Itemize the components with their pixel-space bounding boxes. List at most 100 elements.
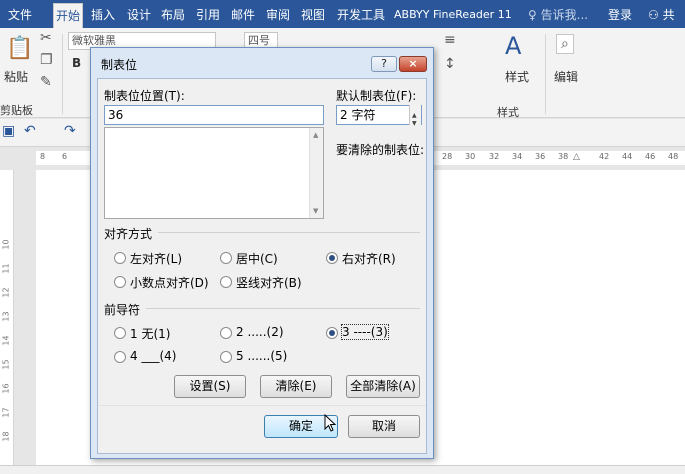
find-icon[interactable]: ⌕	[556, 34, 574, 54]
tabs-dialog: 制表位 ? × 制表位位置(T): 36 ▲ ▼ 默认制表位(F): 2 字符 …	[90, 47, 434, 459]
default-tab-spinner[interactable]: ▲ ▼	[409, 105, 421, 127]
clear-button[interactable]: 清除(E)	[260, 375, 332, 398]
tab-stop-marker-icon[interactable]: △	[573, 152, 580, 162]
line-spacing-icon[interactable]: ↕	[444, 56, 456, 72]
ruler-number: 34	[512, 152, 523, 161]
vruler-number: 13	[1, 311, 11, 322]
vruler-number: 14	[1, 335, 11, 346]
dialog-body: 制表位位置(T): 36 ▲ ▼ 默认制表位(F): 2 字符 ▲ ▼ 要清除的…	[97, 78, 427, 454]
radio-leader-middots-label[interactable]: 5 ......(5)	[236, 349, 287, 363]
close-button[interactable]: ×	[399, 56, 427, 72]
cut-icon[interactable]: ✂	[40, 30, 52, 46]
radio-right-align-label[interactable]: 右对齐(R)	[342, 250, 396, 267]
redo-icon[interactable]: ↷	[64, 123, 76, 139]
person-icon: ⚇	[648, 8, 659, 22]
divider	[146, 308, 420, 309]
vruler-number: 18	[1, 431, 11, 442]
default-tab-label: 默认制表位(F):	[336, 89, 417, 103]
radio-leader-underline-label[interactable]: 4 ___(4)	[130, 349, 176, 363]
scroll-down-icon[interactable]: ▼	[313, 207, 318, 215]
list-scrollbar[interactable]: ▲ ▼	[309, 128, 323, 218]
tab-abbyy[interactable]: ABBYY FineReader 11	[394, 5, 512, 25]
radio-leader-dashes[interactable]	[326, 327, 338, 339]
bold-button[interactable]: B	[72, 56, 81, 70]
clear-tabs-label: 要清除的制表位:	[336, 143, 425, 157]
vruler-number: 16	[1, 383, 11, 394]
radio-leader-middots[interactable]	[220, 351, 232, 363]
styles-group-label: 样式	[497, 106, 519, 119]
status-bar	[0, 465, 685, 474]
tab-developer[interactable]: 开发工具	[337, 5, 385, 25]
tab-mailings[interactable]: 邮件	[231, 5, 255, 25]
vruler-number: 10	[1, 239, 11, 250]
ruler-number: 44	[622, 152, 633, 161]
ruler-number: 30	[465, 152, 476, 161]
radio-left-align-label[interactable]: 左对齐(L)	[130, 250, 182, 267]
scroll-up-icon[interactable]: ▲	[313, 131, 318, 139]
tab-home[interactable]: 开始	[53, 3, 84, 28]
ruler-number: 32	[489, 152, 500, 161]
radio-right-align[interactable]	[326, 252, 338, 264]
tab-references[interactable]: 引用	[196, 5, 220, 25]
clear-all-button[interactable]: 全部清除(A)	[346, 375, 420, 398]
tab-position-list[interactable]: ▲ ▼	[104, 127, 324, 219]
set-button[interactable]: 设置(S)	[174, 375, 246, 398]
ruler-number: 42	[599, 152, 610, 161]
radio-decimal-align-label[interactable]: 小数点对齐(D)	[130, 274, 209, 291]
radio-left-align[interactable]	[114, 252, 126, 264]
radio-leader-dots-label[interactable]: 2 .....(2)	[236, 325, 284, 339]
divider	[158, 232, 420, 233]
lightbulb-icon: ♀	[528, 8, 537, 22]
ruler-number: 46	[645, 152, 656, 161]
radio-leader-none[interactable]	[114, 327, 126, 339]
ruler-number: 38	[558, 152, 569, 161]
tab-review[interactable]: 审阅	[266, 5, 290, 25]
clipboard-group-label: 剪贴板	[0, 104, 33, 117]
default-tab-input[interactable]: 2 字符 ▲ ▼	[336, 105, 422, 127]
tell-me-box[interactable]: ♀ 告诉我...	[528, 5, 588, 25]
tab-position-label: 制表位位置(T):	[104, 89, 185, 103]
paste-icon[interactable]: 📋	[6, 36, 33, 61]
radio-bar-align-label[interactable]: 竖线对齐(B)	[236, 274, 302, 291]
vruler-number: 17	[1, 407, 11, 418]
copy-icon[interactable]: ❐	[40, 52, 53, 68]
ruler-number: 48	[668, 152, 679, 161]
radio-leader-none-label[interactable]: 1 无(1)	[130, 325, 170, 342]
cancel-button[interactable]: 取消	[348, 415, 420, 438]
radio-leader-dashes-label[interactable]: 3 ----(3)	[341, 324, 389, 340]
dialog-titlebar[interactable]: 制表位 ? ×	[91, 48, 433, 78]
radio-center-align[interactable]	[220, 252, 232, 264]
radio-bar-align[interactable]	[220, 276, 232, 288]
spin-down-icon[interactable]: ▼	[412, 115, 417, 133]
styles-label: 样式	[505, 70, 530, 84]
radio-decimal-align[interactable]	[114, 276, 126, 288]
paste-label: 粘贴	[4, 70, 29, 84]
ribbon-tab-bar: 文件 开始 插入 设计 布局 引用 邮件 审阅 视图 开发工具 ABBYY Fi…	[0, 0, 685, 42]
tell-me-text: 告诉我...	[540, 8, 589, 22]
tab-layout[interactable]: 布局	[161, 5, 185, 25]
ruler-number: 28	[442, 152, 453, 161]
styles-icon[interactable]: A	[505, 32, 521, 60]
tab-design[interactable]: 设计	[127, 5, 151, 25]
default-tab-value: 2 字符	[340, 108, 376, 122]
undo-icon[interactable]: ↶	[24, 123, 36, 139]
save-icon[interactable]: ▣	[2, 123, 15, 139]
ruler-number: 6	[62, 152, 68, 161]
leader-label: 前导符	[104, 303, 141, 317]
tab-view[interactable]: 视图	[301, 5, 325, 25]
bullets-icon[interactable]: ≡	[444, 32, 456, 48]
ruler-number: 36	[535, 152, 546, 161]
vruler-number: 11	[1, 263, 11, 274]
radio-leader-underline[interactable]	[114, 351, 126, 363]
tab-position-input[interactable]: 36	[104, 105, 324, 125]
alignment-label: 对齐方式	[104, 227, 153, 241]
vruler-number: 15	[1, 359, 11, 370]
help-button[interactable]: ?	[371, 56, 397, 72]
radio-center-align-label[interactable]: 居中(C)	[236, 250, 278, 267]
format-painter-icon[interactable]: ✎	[40, 74, 52, 90]
edit-label: 编辑	[554, 70, 579, 84]
tab-file[interactable]: 文件	[8, 5, 32, 25]
radio-leader-dots[interactable]	[220, 327, 232, 339]
tab-insert[interactable]: 插入	[91, 5, 115, 25]
login-link[interactable]: 登录	[608, 5, 632, 25]
